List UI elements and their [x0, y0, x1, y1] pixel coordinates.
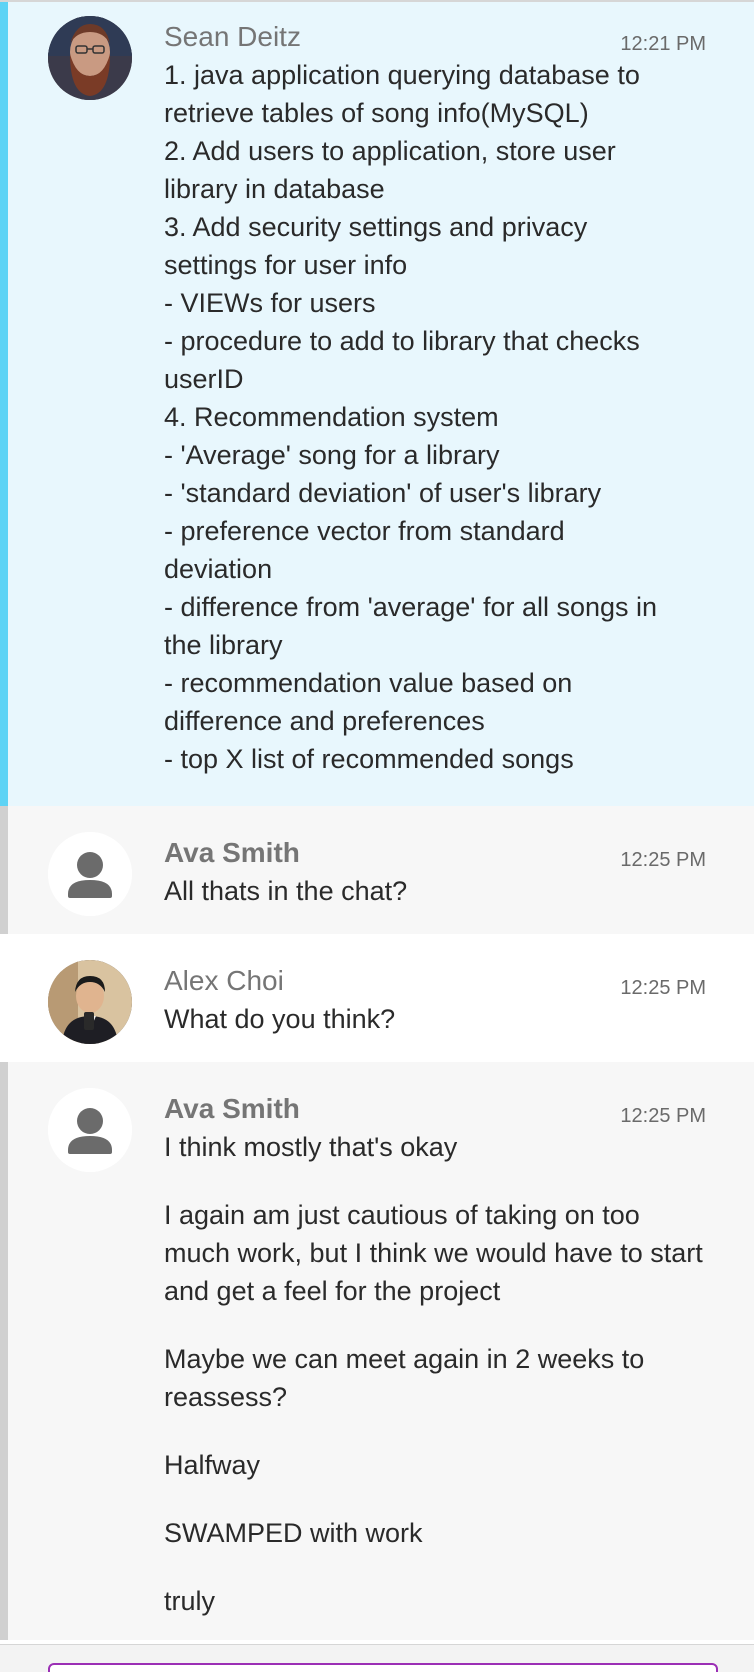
message-paragraph: truly	[164, 1586, 216, 1616]
sender-name[interactable]: Alex Choi	[164, 962, 284, 1000]
default-person-icon	[48, 1088, 132, 1172]
message-item[interactable]: Alex Choi 12:25 PM What do you think?	[0, 934, 754, 1062]
message-line: deviation	[164, 554, 273, 584]
sender-name[interactable]: Sean Deitz	[164, 18, 301, 56]
message-line: - 'standard deviation' of user's library	[164, 478, 602, 508]
message-line: - preference vector from standard	[164, 516, 565, 546]
avatar[interactable]	[48, 960, 132, 1044]
message-line: - VIEWs for users	[164, 288, 376, 318]
message-line: 3. Add security settings and privacy	[164, 212, 588, 242]
message-line: - procedure to add to library that check…	[164, 326, 640, 356]
chat-message-list[interactable]: Sean Deitz 12:21 PM 1. java application …	[0, 0, 754, 1672]
message-timestamp: 12:25 PM	[620, 1105, 706, 1127]
message-line: - top X list of recommended songs	[164, 744, 574, 774]
message-line: 4. Recommendation system	[164, 402, 499, 432]
message-line: - 'Average' song for a library	[164, 440, 500, 470]
default-person-icon	[48, 832, 132, 916]
avatar[interactable]	[48, 832, 132, 916]
avatar[interactable]	[48, 1088, 132, 1172]
message-paragraph: SWAMPED with work	[164, 1518, 423, 1548]
message-item[interactable]: Ava Smith 12:25 PM All thats in the chat…	[0, 806, 754, 934]
message-item[interactable]: Ava Smith 12:25 PM I think mostly that's…	[0, 1062, 754, 1640]
message-line: retrieve tables of song info(MySQL)	[164, 98, 589, 128]
bearded-man-photo-icon	[48, 16, 132, 100]
message-timestamp: 12:21 PM	[620, 33, 706, 55]
message-composer-input[interactable]	[48, 1663, 718, 1672]
message-paragraph: I again am just cautious of taking on to…	[164, 1200, 703, 1306]
message-stripe	[0, 806, 8, 934]
message-timestamp: 12:25 PM	[620, 849, 706, 871]
avatar[interactable]	[48, 16, 132, 100]
message-timestamp: 12:25 PM	[620, 977, 706, 999]
message-line: - difference from 'average' for all song…	[164, 592, 658, 622]
message-line: - recommendation value based on	[164, 668, 573, 698]
message-paragraph: Maybe we can meet again in 2 weeks to re…	[164, 1344, 645, 1412]
message-line: userID	[164, 364, 244, 394]
message-line: the library	[164, 630, 283, 660]
message-line: 2. Add users to application, store user	[164, 136, 616, 166]
message-paragraph: Halfway	[164, 1450, 261, 1480]
message-stripe	[0, 1062, 8, 1640]
highlight-stripe	[0, 2, 8, 806]
message-line: difference and preferences	[164, 706, 485, 736]
message-line: library in database	[164, 174, 385, 204]
message-body: I think mostly that's okay I again am ju…	[164, 1128, 706, 1620]
message-body: 1. java application querying database to…	[164, 56, 706, 778]
sender-name[interactable]: Ava Smith	[164, 834, 300, 872]
sender-name[interactable]: Ava Smith	[164, 1090, 300, 1128]
message-item[interactable]: Sean Deitz 12:21 PM 1. java application …	[0, 2, 754, 806]
man-in-suit-photo-icon	[48, 960, 132, 1044]
message-line: settings for user info	[164, 250, 408, 280]
